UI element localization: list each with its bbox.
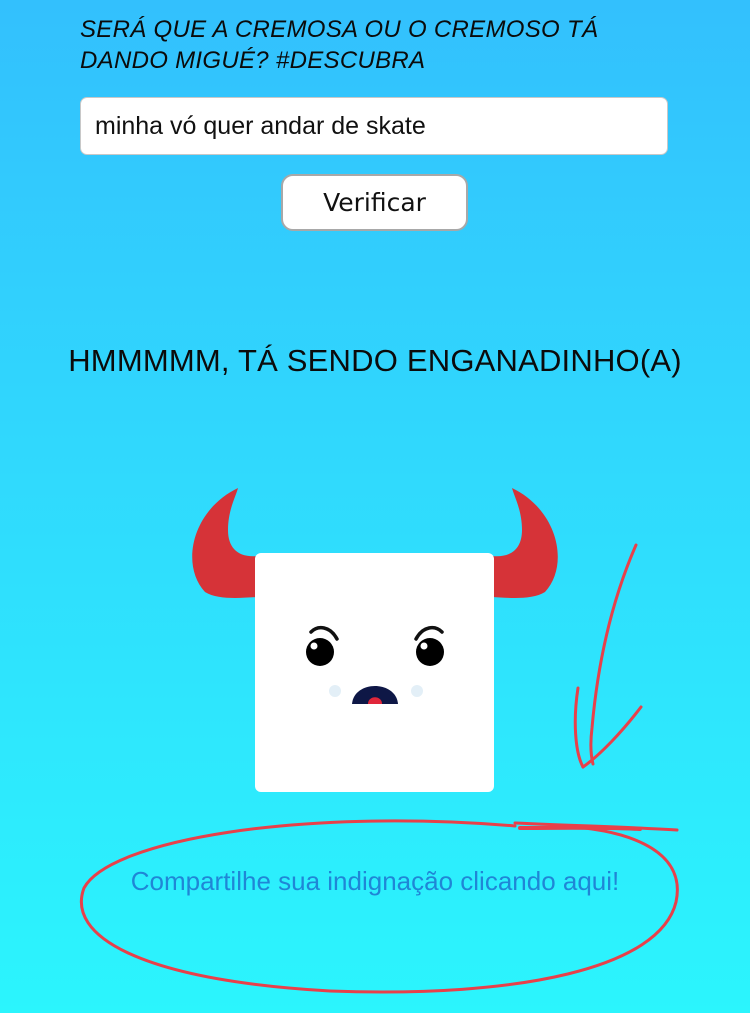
headline-line-2: DANDO MIGUÉ? #DESCUBRA: [80, 47, 426, 74]
right-eye: [416, 638, 444, 666]
headline-line-1: SERÁ QUE A CREMOSA OU O CREMOSO TÁ: [80, 16, 599, 43]
left-eye: [306, 638, 334, 666]
right-eyebrow: [414, 625, 444, 641]
left-horn-icon: [192, 488, 258, 598]
result-text: HMMMMM, TÁ SENDO ENGANADINHO(A): [68, 343, 682, 378]
left-eyebrow: [309, 625, 339, 641]
arrow-shaft: [589, 543, 638, 766]
arrow-head: [581, 705, 643, 769]
verify-button[interactable]: Verificar: [281, 174, 468, 231]
message-input[interactable]: [80, 97, 668, 155]
mouth: [352, 686, 398, 704]
mascot-face: [255, 553, 494, 792]
share-link[interactable]: Compartilhe sua indignação clicando aqui…: [0, 866, 750, 897]
left-cheek: [329, 685, 341, 697]
right-cheek: [411, 685, 423, 697]
page-headline: SERÁ QUE A CREMOSA OU O CREMOSO TÁ DANDO…: [80, 14, 680, 76]
right-horn-icon: [492, 488, 558, 598]
circle-around-link: [79, 819, 679, 994]
